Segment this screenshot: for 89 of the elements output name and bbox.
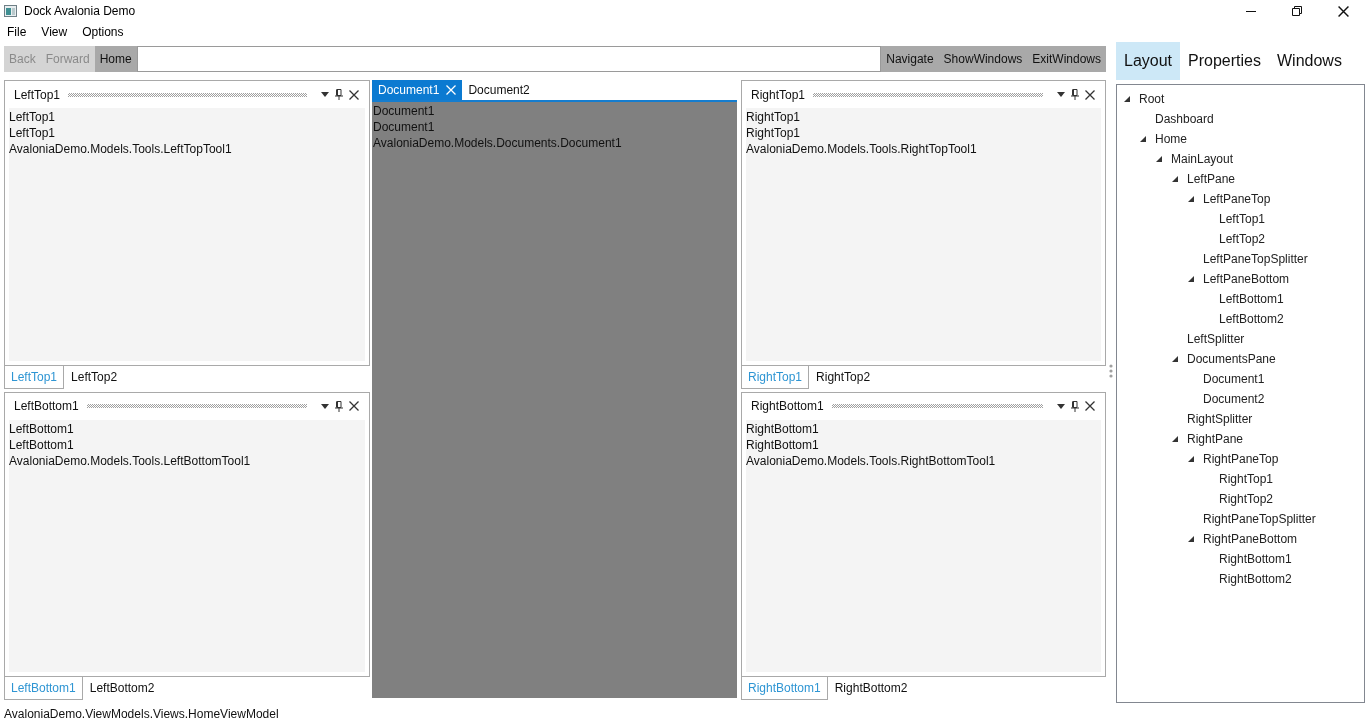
menu-item[interactable]: View xyxy=(41,25,68,39)
pin-icon[interactable] xyxy=(1071,400,1079,412)
pin-icon[interactable] xyxy=(335,89,343,100)
tree-item[interactable]: LeftPaneBottom xyxy=(1203,272,1290,286)
content-text: RightTop1 xyxy=(746,125,801,141)
tree-item[interactable]: Root xyxy=(1139,92,1165,106)
splitter-grip-icon[interactable] xyxy=(1109,364,1113,378)
pane-title: LeftTop1 xyxy=(14,87,61,102)
expanded-triangle-icon[interactable] xyxy=(1188,276,1194,282)
content-text: LeftBottom1 xyxy=(9,436,74,453)
tree-item[interactable]: RightBottom1 xyxy=(1219,552,1292,566)
tree-item[interactable]: MainLayout xyxy=(1171,152,1234,166)
tree-item[interactable]: RightPaneBottom xyxy=(1203,532,1298,546)
tree-item[interactable]: Document1 xyxy=(1203,372,1265,386)
toolbar-button[interactable]: ShowWindows xyxy=(938,46,1028,72)
content-text: LeftBottom1 xyxy=(9,420,74,437)
window-title: Dock Avalonia Demo xyxy=(24,4,136,18)
tree-item[interactable]: RightTop1 xyxy=(1219,472,1274,486)
status-text: AvaloniaDemo.ViewModels.Views.HomeViewModel xyxy=(4,707,279,721)
tree-item[interactable]: LeftBottom1 xyxy=(1219,292,1284,306)
content-text: AvaloniaDemo.Models.Tools.LeftTopTool1 xyxy=(9,141,232,157)
content-text: AvaloniaDemo.Models.Tools.RightBottomTool1 xyxy=(746,452,996,469)
tree-item[interactable]: DocumentsPane xyxy=(1187,352,1276,366)
tree-item[interactable]: RightSplitter xyxy=(1187,412,1253,426)
close-icon[interactable] xyxy=(1337,5,1349,17)
toolbar-button[interactable]: ExitWindows xyxy=(1027,46,1106,72)
content-text: LeftTop1 xyxy=(9,125,56,141)
grip-icon[interactable] xyxy=(813,92,1043,97)
dropdown-icon[interactable] xyxy=(321,92,329,97)
close-icon[interactable] xyxy=(1085,89,1095,100)
tree-item[interactable]: LeftPaneTop xyxy=(1203,192,1271,206)
expanded-triangle-icon[interactable] xyxy=(1172,436,1178,442)
tree-item[interactable]: LeftTop1 xyxy=(1219,212,1266,226)
toolbar-button[interactable]: Home xyxy=(94,46,137,72)
content-text: AvaloniaDemo.Models.Documents.Document1 xyxy=(373,135,622,151)
app-icon xyxy=(4,5,17,17)
tree-item[interactable]: LeftPane xyxy=(1187,172,1236,186)
tree-item[interactable]: RightPaneTopSplitter xyxy=(1203,512,1316,526)
content-text: AvaloniaDemo.Models.Tools.RightTopTool1 xyxy=(746,141,977,157)
content-text: Document1 xyxy=(373,119,435,135)
expanded-triangle-icon[interactable] xyxy=(1188,536,1194,542)
tree-item[interactable]: RightBottom2 xyxy=(1219,572,1292,586)
tree-item[interactable]: LeftSplitter xyxy=(1187,332,1245,346)
menu-item[interactable]: File xyxy=(7,25,27,39)
expanded-triangle-icon[interactable] xyxy=(1124,96,1130,102)
expanded-triangle-icon[interactable] xyxy=(1188,196,1194,202)
tree-item[interactable]: LeftTop2 xyxy=(1219,232,1266,246)
close-icon[interactable] xyxy=(349,401,359,411)
toolbar-button[interactable]: Navigate xyxy=(881,46,939,72)
side-tab[interactable]: Layout xyxy=(1116,42,1181,80)
dropdown-icon[interactable] xyxy=(1057,92,1065,97)
tree-item[interactable]: LeftPaneTopSplitter xyxy=(1203,252,1308,266)
tree-item[interactable]: RightPaneTop xyxy=(1203,452,1279,466)
pin-icon[interactable] xyxy=(1071,89,1079,100)
content-text: RightBottom1 xyxy=(746,436,819,453)
dropdown-icon[interactable] xyxy=(321,403,329,409)
expanded-triangle-icon[interactable] xyxy=(1188,456,1194,462)
content-text: LeftTop1 xyxy=(9,109,56,125)
tree-item[interactable]: RightTop2 xyxy=(1219,492,1274,506)
tree-item[interactable]: Dashboard xyxy=(1155,112,1214,126)
address-field[interactable] xyxy=(136,46,882,72)
tree-item[interactable]: Home xyxy=(1155,132,1187,146)
close-icon[interactable] xyxy=(1085,401,1095,411)
grip-icon[interactable] xyxy=(86,404,307,408)
tree-item[interactable]: Document2 xyxy=(1203,392,1265,406)
side-tab[interactable]: Windows xyxy=(1268,42,1350,80)
minimize-icon[interactable] xyxy=(1246,10,1256,12)
dropdown-icon[interactable] xyxy=(1057,403,1065,409)
tree-item[interactable]: RightPane xyxy=(1187,432,1244,446)
expanded-triangle-icon[interactable] xyxy=(1140,136,1146,142)
pane-title: RightBottom1 xyxy=(751,399,824,413)
document-tab[interactable]: Document1 xyxy=(372,80,463,100)
content-text: AvaloniaDemo.Models.Tools.LeftBottomTool1 xyxy=(9,452,251,469)
pane-title: LeftBottom1 xyxy=(14,399,79,413)
expanded-triangle-icon[interactable] xyxy=(1172,176,1178,182)
pin-icon[interactable] xyxy=(335,400,343,412)
restore-icon[interactable] xyxy=(1292,6,1302,16)
expanded-triangle-icon[interactable] xyxy=(1172,356,1178,362)
close-icon[interactable] xyxy=(349,89,359,100)
content-text: RightBottom1 xyxy=(746,420,819,437)
pane-title: RightTop1 xyxy=(751,87,806,102)
content-text: RightTop1 xyxy=(746,109,801,125)
expanded-triangle-icon[interactable] xyxy=(1156,156,1162,162)
content-text: Document1 xyxy=(373,103,435,119)
tree-item[interactable]: LeftBottom2 xyxy=(1219,312,1284,326)
grip-icon[interactable] xyxy=(68,92,307,97)
menu-item[interactable]: Options xyxy=(82,25,124,39)
grip-icon[interactable] xyxy=(831,404,1043,408)
side-tab[interactable]: Properties xyxy=(1180,42,1269,80)
